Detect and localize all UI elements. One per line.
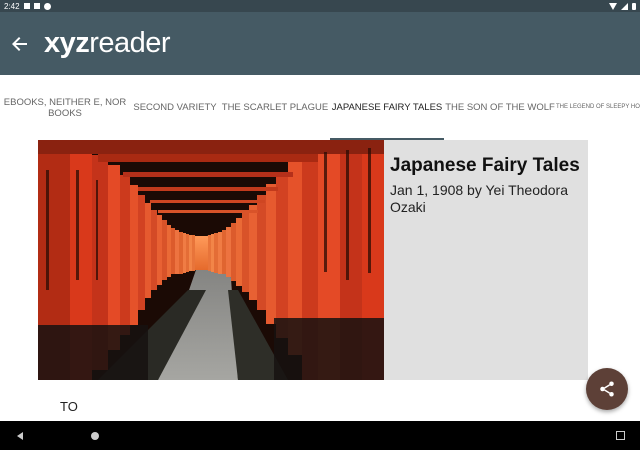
circle-icon xyxy=(91,431,99,440)
sd-card-icon xyxy=(33,3,40,9)
nav-home-button[interactable] xyxy=(75,421,115,450)
app-logo: xyzreader xyxy=(44,27,171,60)
status-time: 2:42 xyxy=(4,1,20,11)
share-button[interactable] xyxy=(586,368,628,410)
book-title: Japanese Fairy Tales xyxy=(390,155,580,176)
tab-label: THE LEGEND OF SLEEPY HOLLOW xyxy=(556,104,640,110)
tab-scarlet-plague[interactable]: THE SCARLET PLAGUE xyxy=(220,75,330,140)
tab-label: SECOND VARIETY xyxy=(133,102,217,113)
book-cover-photo xyxy=(38,140,384,380)
arrow-left-icon xyxy=(12,36,27,51)
nav-recent-button[interactable] xyxy=(600,421,640,450)
system-nav-bar xyxy=(0,421,640,450)
tab-label: EBOOKS, NEITHER E, NOR BOOKS xyxy=(3,96,127,119)
tab-label: JAPANESE FAIRY TALES xyxy=(331,102,443,113)
tab-legend-of-sleepy-hollow[interactable]: THE LEGEND OF SLEEPY HOLLOW xyxy=(556,75,640,140)
square-icon xyxy=(615,431,625,440)
battery-icon xyxy=(632,2,636,10)
wifi-icon xyxy=(609,2,617,10)
notification-icon xyxy=(23,3,30,9)
tab-label: THE SCARLET PLAGUE xyxy=(221,102,329,113)
logo-prefix: xyz xyxy=(44,27,90,59)
article-body: TO xyxy=(60,399,78,414)
status-bar: 2:42 xyxy=(0,0,640,12)
triangle-left-icon xyxy=(17,431,23,440)
tab-second-variety[interactable]: SECOND VARIETY xyxy=(130,75,220,140)
share-icon xyxy=(600,381,614,397)
tab-ebooks[interactable]: EBOOKS, NEITHER E, NOR BOOKS xyxy=(0,75,130,140)
nav-back-button[interactable] xyxy=(0,421,40,450)
logo-suffix: reader xyxy=(89,27,171,59)
signal-icon xyxy=(621,2,628,10)
tab-label: THE SON OF THE WOLF xyxy=(445,102,555,113)
book-card: Japanese Fairy Tales Jan 1, 1908 by Yei … xyxy=(38,140,588,380)
status-right xyxy=(609,2,640,10)
book-tabs: EBOOKS, NEITHER E, NOR BOOKS SECOND VARI… xyxy=(0,75,640,140)
back-button[interactable] xyxy=(2,26,38,62)
tab-son-of-the-wolf[interactable]: THE SON OF THE WOLF xyxy=(444,75,556,140)
status-left: 2:42 xyxy=(0,2,51,11)
sync-icon xyxy=(43,2,51,10)
app-bar: xyzreader xyxy=(0,12,640,75)
tab-japanese-fairy-tales[interactable]: JAPANESE FAIRY TALES xyxy=(330,75,444,140)
book-byline: Jan 1, 1908 by Yei Theodora Ozaki xyxy=(390,182,569,215)
